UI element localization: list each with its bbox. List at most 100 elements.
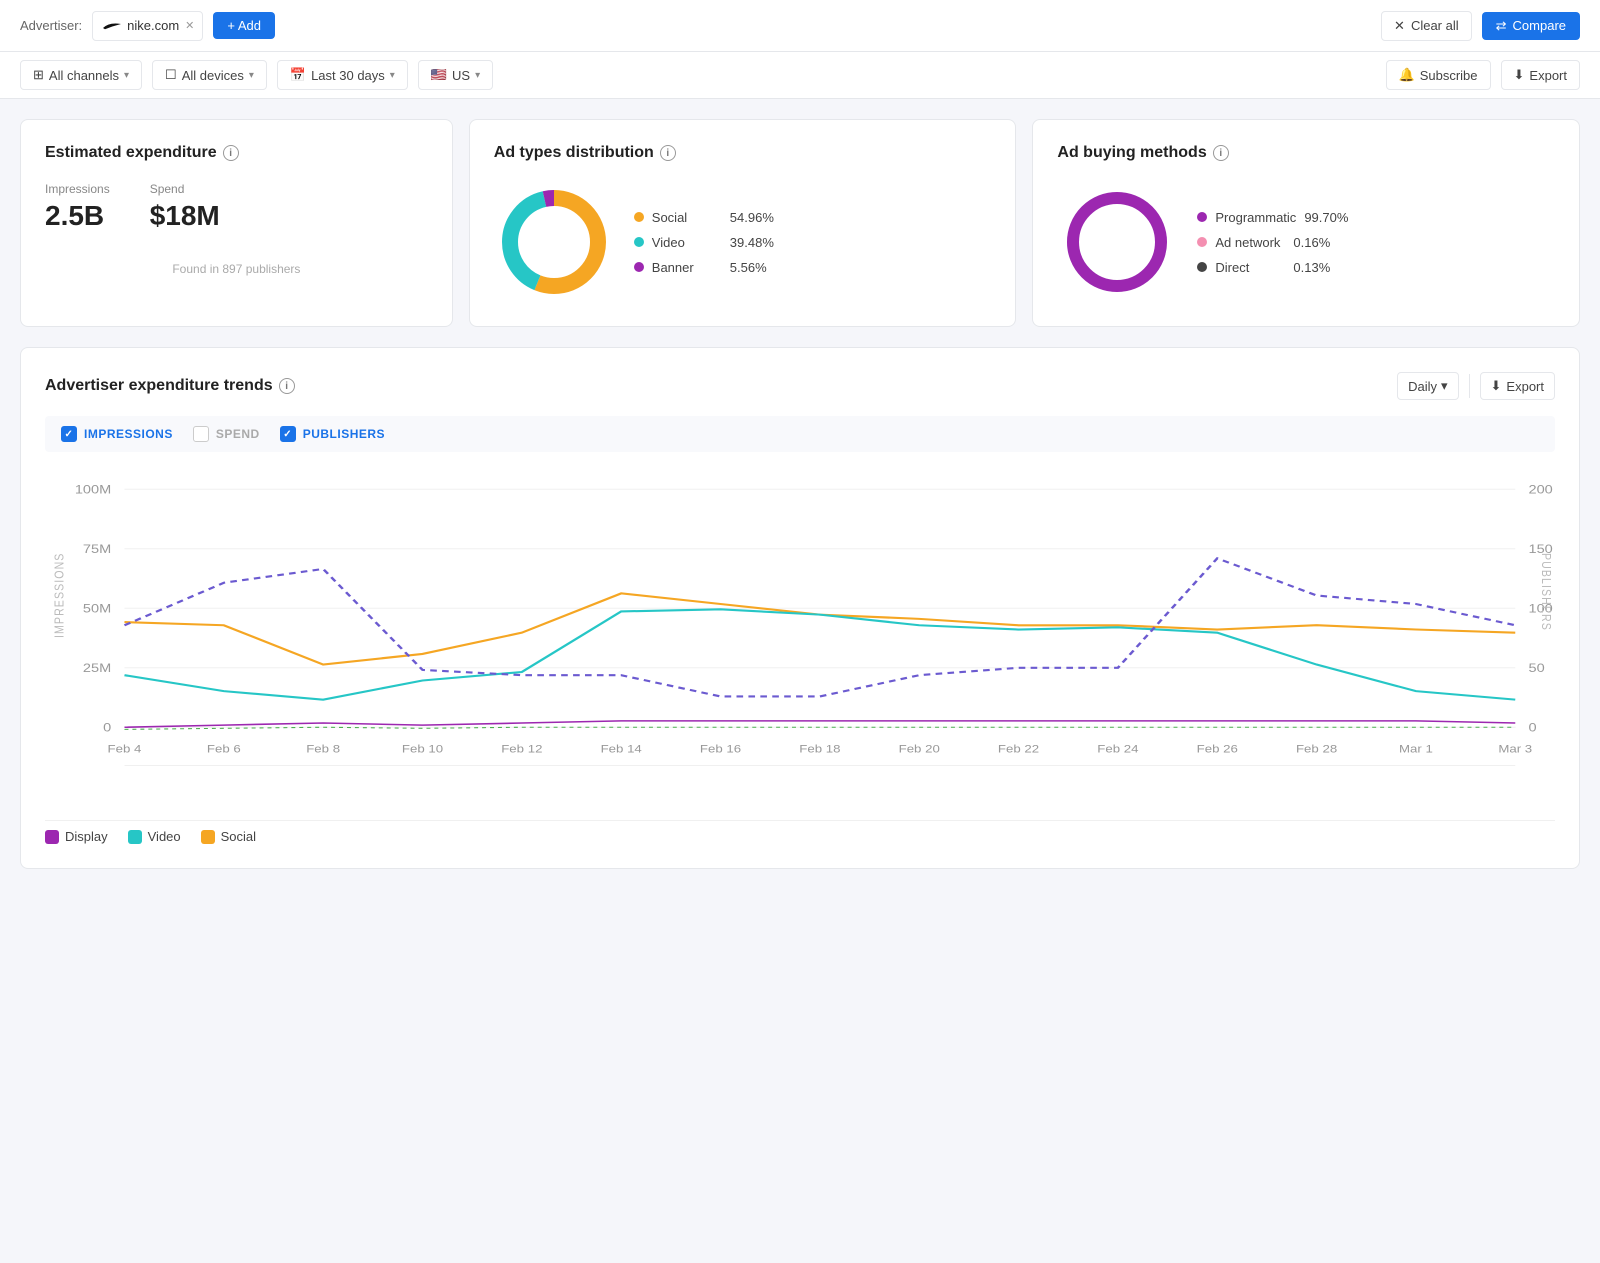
filters-bar: ⊞ All channels ▾ ☐ All devices ▾ 📅 Last … [0, 52, 1600, 99]
ad-types-inner: Social 54.96% Video 39.48% Banner 5.56% [494, 182, 992, 302]
programmatic-dot [1197, 212, 1207, 222]
impressions-checkbox-box: ✓ [61, 426, 77, 442]
publishers-checkbox[interactable]: ✓ PUBLISHERS [280, 426, 385, 442]
publishers-checkbox-box: ✓ [280, 426, 296, 442]
svg-text:Feb 16: Feb 16 [700, 743, 742, 755]
filters-left: ⊞ All channels ▾ ☐ All devices ▾ 📅 Last … [20, 60, 493, 90]
devices-icon: ☐ [165, 67, 177, 83]
chart-svg: 100M 75M 50M 25M 0 200 150 100 50 0 IMPR… [45, 468, 1555, 808]
exp-row: Impressions 2.5B Spend $18M [45, 182, 428, 232]
svg-text:Feb 20: Feb 20 [899, 743, 941, 755]
download-icon: ⬇ [1491, 378, 1502, 394]
add-button[interactable]: + Add [213, 12, 275, 39]
ad-types-title: Ad types distribution i [494, 144, 992, 162]
publishers-checkbox-label: PUBLISHERS [303, 427, 385, 441]
svg-text:Feb 18: Feb 18 [799, 743, 841, 755]
expenditure-info-icon[interactable]: i [223, 145, 239, 161]
svg-text:Feb 14: Feb 14 [601, 743, 643, 755]
legend-video: Video 39.48% [634, 235, 774, 250]
svg-text:Feb 6: Feb 6 [207, 743, 241, 755]
export-button[interactable]: ⬇ Export [1501, 60, 1580, 90]
advertiser-label: Advertiser: [20, 18, 82, 33]
trends-export-label: Export [1506, 379, 1544, 394]
all-devices-filter[interactable]: ☐ All devices ▾ [152, 60, 267, 90]
chevron-down-icon: ▾ [390, 70, 395, 81]
ad-types-legend: Social 54.96% Video 39.48% Banner 5.56% [634, 210, 774, 275]
advertiser-name: nike.com [127, 18, 179, 33]
filters-right: 🔔 Subscribe ⬇ Export [1386, 60, 1580, 90]
all-devices-label: All devices [182, 68, 244, 83]
cards-row: Estimated expenditure i Impressions 2.5B… [20, 119, 1580, 327]
expenditure-card: Estimated expenditure i Impressions 2.5B… [20, 119, 453, 327]
publishers-note: Found in 897 publishers [45, 262, 428, 276]
compare-label: Compare [1513, 18, 1566, 33]
daily-label: Daily [1408, 379, 1437, 394]
trends-title: Advertiser expenditure trends i [45, 377, 295, 395]
chevron-down-icon: ▾ [475, 70, 480, 81]
download-icon: ⬇ [1514, 67, 1525, 83]
ad-network-dot [1197, 237, 1207, 247]
trends-export-button[interactable]: ⬇ Export [1480, 372, 1555, 400]
svg-text:Feb 22: Feb 22 [998, 743, 1040, 755]
country-filter[interactable]: 🇺🇸 US ▾ [418, 60, 493, 90]
display-dot [45, 830, 59, 844]
impressions-value: 2.5B [45, 200, 110, 232]
chevron-down-icon: ▾ [249, 70, 254, 81]
svg-text:PUBLISHERS: PUBLISHERS [1538, 553, 1553, 631]
video-bottom-dot [128, 830, 142, 844]
legend-social: Social 54.96% [634, 210, 774, 225]
date-range-label: Last 30 days [311, 68, 385, 83]
close-advertiser-icon[interactable]: ✕ [185, 19, 194, 32]
trends-card: Advertiser expenditure trends i Daily ▾ … [20, 347, 1580, 869]
spend-value: $18M [150, 200, 220, 232]
svg-text:0: 0 [1529, 721, 1537, 734]
bottom-legend: Display Video Social [45, 820, 1555, 844]
svg-text:IMPRESSIONS: IMPRESSIONS [51, 553, 66, 638]
export-label: Export [1529, 68, 1567, 83]
compare-button[interactable]: ⇄ Compare [1482, 12, 1580, 40]
direct-dot [1197, 262, 1207, 272]
daily-select[interactable]: Daily ▾ [1397, 372, 1458, 400]
legend-video-bottom: Video [128, 829, 181, 844]
svg-text:Feb 4: Feb 4 [108, 743, 142, 755]
ad-types-donut [494, 182, 614, 302]
country-label: US [452, 68, 470, 83]
clear-all-button[interactable]: ✕ Clear all [1381, 11, 1472, 41]
impressions-checkbox[interactable]: ✓ IMPRESSIONS [61, 426, 173, 442]
display-label: Display [65, 829, 108, 844]
legend-display: Display [45, 829, 108, 844]
impressions-col: Impressions 2.5B [45, 182, 110, 232]
ad-buying-info-icon[interactable]: i [1213, 145, 1229, 161]
all-channels-label: All channels [49, 68, 119, 83]
svg-text:100M: 100M [75, 483, 111, 496]
header: Advertiser: nike.com ✕ + Add ✕ Clear all… [0, 0, 1600, 52]
main-content: Estimated expenditure i Impressions 2.5B… [0, 99, 1600, 889]
video-dot [634, 237, 644, 247]
compare-icon: ⇄ [1496, 18, 1507, 34]
channels-icon: ⊞ [33, 67, 44, 83]
svg-text:Feb 8: Feb 8 [306, 743, 340, 755]
svg-text:200: 200 [1529, 483, 1553, 496]
trends-header: Advertiser expenditure trends i Daily ▾ … [45, 372, 1555, 400]
ad-buying-legend: Programmatic 99.70% Ad network 0.16% Dir… [1197, 210, 1348, 275]
subscribe-label: Subscribe [1420, 68, 1478, 83]
close-icon: ✕ [1394, 18, 1405, 34]
ad-buying-inner: Programmatic 99.70% Ad network 0.16% Dir… [1057, 182, 1555, 302]
svg-text:75M: 75M [83, 542, 111, 555]
ad-buying-title: Ad buying methods i [1057, 144, 1555, 162]
svg-text:Feb 10: Feb 10 [402, 743, 444, 755]
ad-types-info-icon[interactable]: i [660, 145, 676, 161]
subscribe-button[interactable]: 🔔 Subscribe [1386, 60, 1491, 90]
ad-buying-card: Ad buying methods i Programmatic 99.70% [1032, 119, 1580, 327]
bell-icon: 🔔 [1399, 67, 1415, 83]
spend-checkbox[interactable]: SPEND [193, 426, 260, 442]
legend-direct: Direct 0.13% [1197, 260, 1348, 275]
all-channels-filter[interactable]: ⊞ All channels ▾ [20, 60, 142, 90]
svg-text:50M: 50M [83, 602, 111, 615]
advertiser-tag: nike.com ✕ [92, 11, 203, 41]
social-bottom-label: Social [221, 829, 256, 844]
ad-buying-donut [1057, 182, 1177, 302]
date-range-filter[interactable]: 📅 Last 30 days ▾ [277, 60, 408, 90]
impressions-checkbox-label: IMPRESSIONS [84, 427, 173, 441]
trends-info-icon[interactable]: i [279, 378, 295, 394]
